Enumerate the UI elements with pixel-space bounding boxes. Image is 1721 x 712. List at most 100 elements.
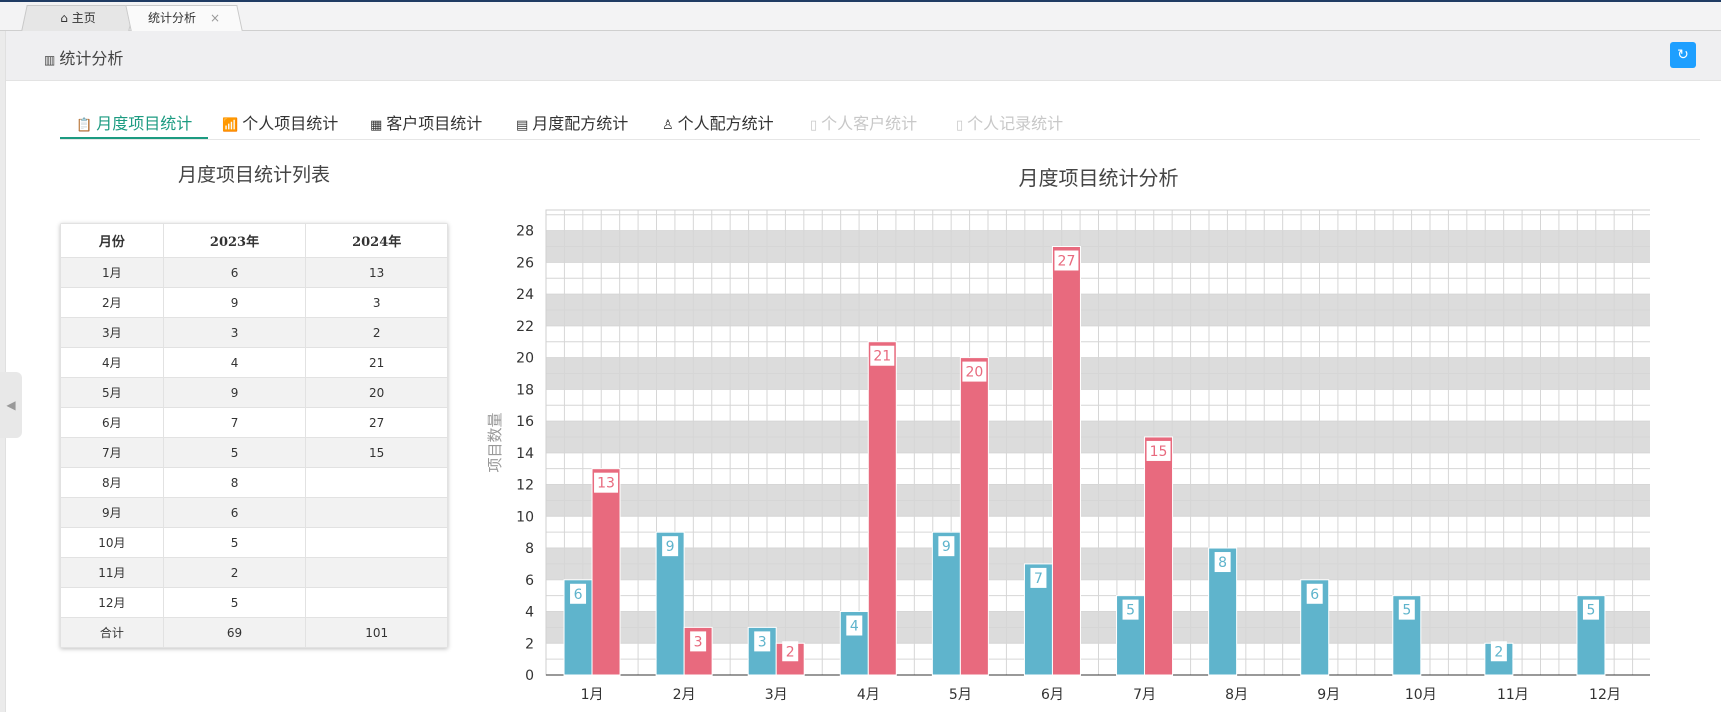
data-label: 4	[850, 619, 859, 635]
home-icon: ⌂	[60, 11, 68, 25]
x-tick-label: 3月	[765, 687, 788, 703]
table-row: 12月 5	[60, 587, 448, 618]
x-tick-label: 4月	[857, 687, 880, 703]
data-label: 27	[1058, 254, 1076, 270]
tab-customer-projects[interactable]: ▦ 客户项目统计	[370, 110, 482, 134]
close-icon[interactable]: ×	[210, 11, 220, 25]
clipboard-icon: 📋	[76, 118, 93, 133]
page-title-label: 统计分析	[59, 49, 124, 68]
data-label: 13	[597, 476, 615, 492]
cell-2023: 5	[162, 527, 307, 558]
y-tick-label: 22	[516, 319, 534, 335]
tab-personal-projects[interactable]: 📶 个人项目统计	[222, 110, 338, 134]
table-header-row: 月份 2023年 2024年	[60, 223, 448, 258]
chevron-left-icon: ◀	[6, 398, 16, 412]
data-label: 5	[1586, 603, 1595, 619]
stats-tab-nav: 📋 月度项目统计 📶 个人项目统计 ▦ 客户项目统计 ▤ 月度配方统计 ♙ 个人配方统计 …	[60, 102, 1700, 140]
y-tick-label: 12	[516, 478, 534, 494]
table-total-row: 合计 69 101	[60, 617, 448, 648]
bar-series-b	[591, 468, 621, 676]
tab-personal-records: ▯ 个人记录统计	[956, 110, 1063, 134]
cell-2024: 21	[305, 347, 448, 378]
table-row: 8月 8	[60, 467, 448, 498]
cell-month: 6月	[60, 407, 164, 438]
table-title: 月度项目统计列表	[177, 164, 330, 186]
table-row: 5月 9 20	[60, 377, 448, 408]
cell-month: 7月	[60, 437, 164, 468]
tab-monthly-projects-label: 月度项目统计	[96, 114, 193, 133]
tab-monthly-formulas[interactable]: ▤ 月度配方统计	[516, 110, 628, 134]
tab-statistics[interactable]: 统计分析 ×	[125, 5, 243, 31]
user-icon: ♙	[662, 118, 674, 133]
tab-personal-customers-label: 个人客户统计	[821, 114, 918, 133]
data-label: 5	[1126, 603, 1135, 619]
x-tick-label: 5月	[949, 687, 972, 703]
table-row: 11月 2	[60, 557, 448, 588]
table-row: 10月 5	[60, 527, 448, 558]
cell-month: 8月	[60, 467, 164, 498]
y-tick-label: 20	[516, 351, 534, 367]
tab-customer-projects-label: 客户项目统计	[386, 114, 483, 133]
cell-month: 11月	[60, 557, 164, 588]
data-label: 5	[1402, 603, 1411, 619]
x-tick-label: 2月	[673, 687, 696, 703]
tab-personal-customers: ▯ 个人客户统计	[810, 110, 917, 134]
cell-2024	[305, 557, 448, 588]
cell-month: 3月	[60, 317, 164, 348]
cell-2023: 9	[162, 377, 307, 408]
bar-chart-icon: ▥	[44, 53, 56, 67]
tab-personal-projects-label: 个人项目统计	[242, 114, 339, 133]
data-label: 15	[1150, 444, 1168, 460]
sidebar-toggle-button[interactable]: ◀	[0, 372, 22, 438]
page-title: ▥ 统计分析	[44, 45, 123, 69]
y-tick-label: 18	[516, 382, 534, 398]
x-tick-label: 12月	[1589, 687, 1621, 703]
chart-title: 月度项目统计分析	[1019, 166, 1179, 190]
data-label: 2	[1494, 644, 1503, 660]
cell-2023: 4	[162, 347, 307, 378]
y-tick-label: 24	[516, 287, 534, 303]
x-tick-label: 6月	[1041, 687, 1064, 703]
x-tick-label: 7月	[1133, 687, 1156, 703]
x-tick-label: 11月	[1497, 687, 1529, 703]
cell-month: 10月	[60, 527, 164, 558]
x-tick-label: 1月	[581, 687, 604, 703]
y-tick-label: 10	[516, 509, 534, 525]
header-2024: 2024年	[305, 223, 448, 258]
table-row: 9月 6	[60, 497, 448, 528]
data-label: 3	[694, 634, 703, 650]
data-label: 3	[758, 634, 767, 650]
table-row: 6月 7 27	[60, 407, 448, 438]
chart-icon: 📶	[222, 118, 239, 133]
y-tick-label: 6	[525, 573, 534, 589]
active-tab-underline	[60, 137, 208, 139]
cell-month: 5月	[60, 377, 164, 408]
refresh-button[interactable]: ↻	[1670, 42, 1696, 68]
data-label: 9	[942, 539, 951, 555]
data-label: 7	[1034, 571, 1043, 587]
cell-2024	[305, 467, 448, 498]
tab-monthly-projects[interactable]: 📋 月度项目统计	[76, 110, 192, 134]
data-label: 8	[1218, 555, 1227, 571]
tab-statistics-label: 统计分析	[147, 11, 196, 25]
building-icon: ▦	[370, 118, 383, 133]
cell-month: 合计	[60, 617, 164, 648]
y-axis-label: 项目数量	[486, 412, 504, 472]
tab-personal-formulas[interactable]: ♙ 个人配方统计	[662, 110, 774, 134]
table-row: 2月 9 3	[60, 287, 448, 318]
monthly-stats-table: 月份 2023年 2024年 1月 6 13 2月 9 3 3月 3 2 4月 4 21 5月 9 20 6月…	[60, 223, 448, 648]
cell-2024	[305, 587, 448, 618]
cell-2023: 9	[162, 287, 307, 318]
x-tick-label: 9月	[1317, 687, 1340, 703]
header-month: 月份	[60, 223, 164, 258]
cell-month: 1月	[60, 257, 164, 288]
cell-2023: 5	[162, 587, 307, 618]
tab-personal-records-label: 个人记录统计	[967, 114, 1064, 133]
cell-2024: 27	[305, 407, 448, 438]
data-label: 21	[873, 349, 891, 365]
cell-2024: 101	[305, 617, 448, 648]
x-tick-label: 10月	[1405, 687, 1437, 703]
cell-2024: 15	[305, 437, 448, 468]
tab-home[interactable]: ⌂ 主页	[21, 5, 135, 31]
cell-2024: 3	[305, 287, 448, 318]
